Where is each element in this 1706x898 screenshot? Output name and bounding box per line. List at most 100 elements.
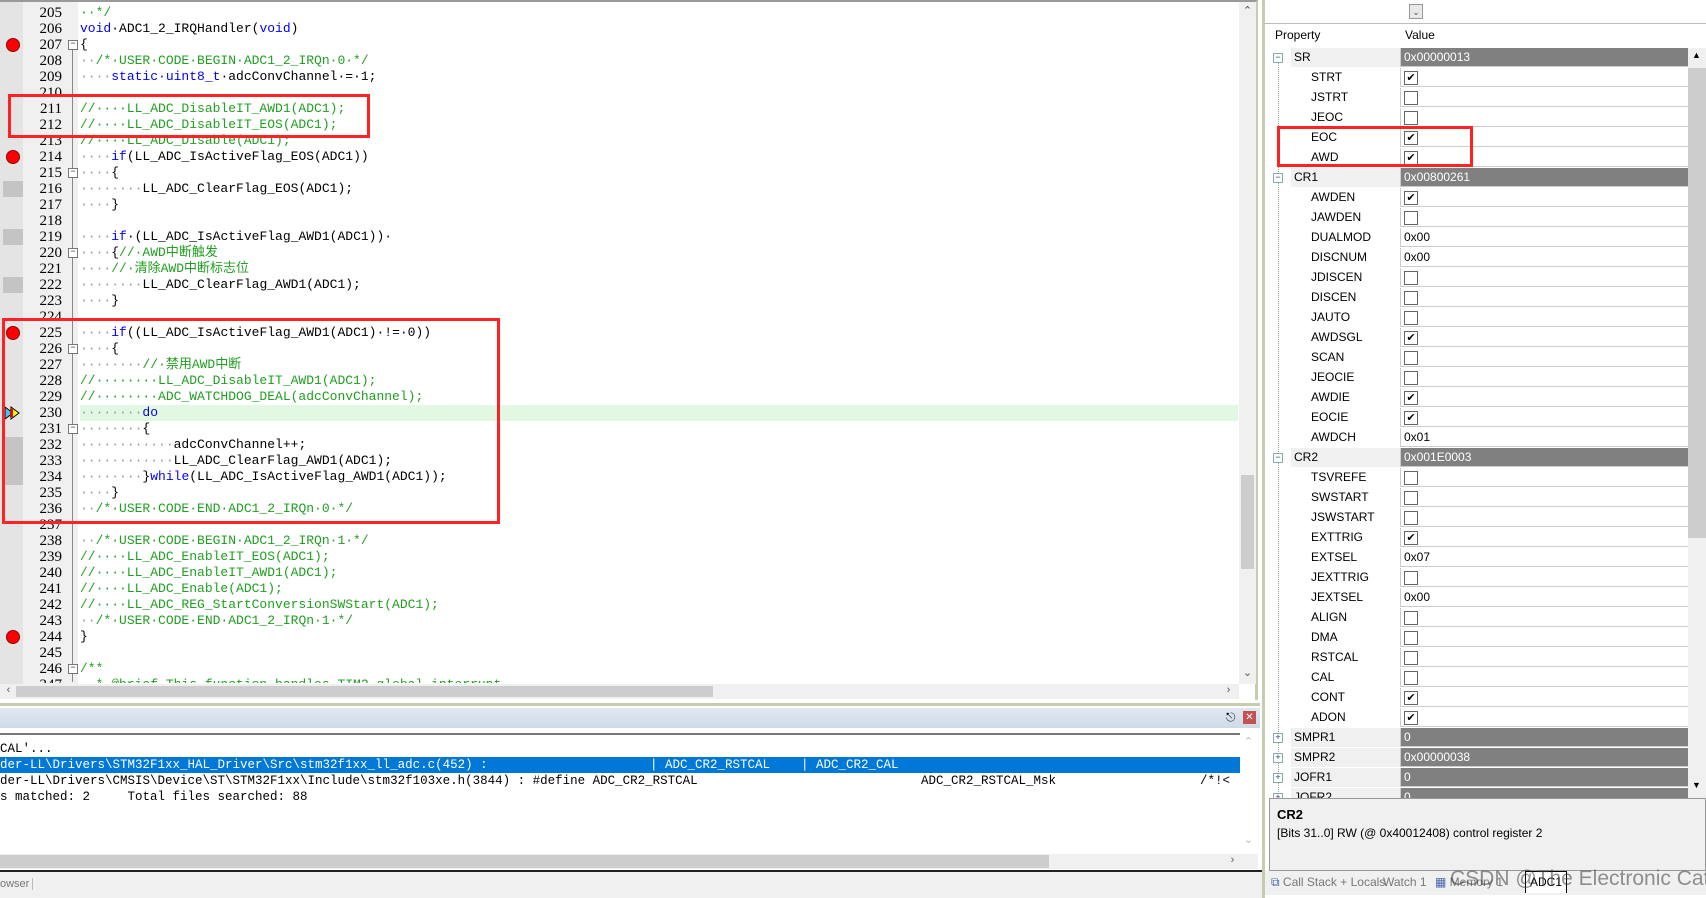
register-value[interactable]: 0x07 bbox=[1400, 548, 1688, 567]
register-row-sr[interactable]: − SR 0x00000013 bbox=[1269, 48, 1688, 68]
register-value[interactable]: 0 bbox=[1400, 768, 1688, 787]
code-line[interactable]: 235 ····} bbox=[0, 485, 1238, 501]
checkbox[interactable] bbox=[1404, 311, 1418, 325]
code-line[interactable]: 236 ··/*·USER·CODE·END·ADC1_2_IRQn·0·*/ bbox=[0, 501, 1238, 517]
register-value[interactable]: 0x00 bbox=[1400, 248, 1688, 267]
register-row-jeocie[interactable]: JEOCIE bbox=[1269, 368, 1688, 388]
property-header[interactable]: Property bbox=[1275, 28, 1320, 42]
code-line[interactable]: 246−/** bbox=[0, 661, 1238, 677]
checkbox[interactable]: ✔ bbox=[1404, 711, 1418, 725]
register-value[interactable]: ✔ bbox=[1400, 128, 1688, 147]
register-value[interactable] bbox=[1400, 368, 1688, 387]
code-line[interactable]: 233 ············LL_ADC_ClearFlag_AWD1(ADC… bbox=[0, 453, 1238, 469]
register-value[interactable] bbox=[1400, 108, 1688, 127]
register-value[interactable] bbox=[1400, 648, 1688, 667]
scroll-down-icon[interactable]: ▼ bbox=[1688, 780, 1705, 790]
register-row-jofr2[interactable]: + JOFR2 0 bbox=[1269, 788, 1688, 798]
register-value[interactable] bbox=[1400, 308, 1688, 327]
register-value[interactable] bbox=[1400, 348, 1688, 367]
register-value[interactable] bbox=[1400, 488, 1688, 507]
checkbox[interactable]: ✔ bbox=[1404, 411, 1418, 425]
register-row-jdiscen[interactable]: JDISCEN bbox=[1269, 268, 1688, 288]
register-row-awd[interactable]: AWD ✔ bbox=[1269, 148, 1688, 168]
register-row-discen[interactable]: DISCEN bbox=[1269, 288, 1688, 308]
checkbox[interactable] bbox=[1404, 511, 1418, 525]
code-line[interactable]: 226− ····{ bbox=[0, 341, 1238, 357]
checkbox[interactable]: ✔ bbox=[1404, 151, 1418, 165]
register-row-dualmod[interactable]: DUALMOD 0x00 bbox=[1269, 228, 1688, 248]
code-line[interactable]: 229 //········ADC_WATCHDOG_DEAL(adcConvCh… bbox=[0, 389, 1238, 405]
register-value[interactable]: ✔ bbox=[1400, 148, 1688, 167]
code-line[interactable]: 247 ··*·@brief·This·function·handles·TIM2… bbox=[0, 677, 1238, 683]
scroll-up-icon[interactable]: ⌃ bbox=[1239, 4, 1256, 17]
code-line[interactable]: 224 bbox=[0, 309, 1238, 325]
checkbox[interactable]: ✔ bbox=[1404, 71, 1418, 85]
register-value[interactable]: ✔ bbox=[1400, 688, 1688, 707]
fold-minus-icon[interactable]: − bbox=[68, 424, 78, 434]
register-value[interactable] bbox=[1400, 568, 1688, 587]
scroll-down-icon[interactable]: ⌄ bbox=[1240, 833, 1257, 846]
register-value[interactable]: 0x01 bbox=[1400, 428, 1688, 447]
code-line[interactable]: 205 ··*/ bbox=[0, 5, 1238, 21]
register-row-cal[interactable]: CAL bbox=[1269, 668, 1688, 688]
result-line[interactable]: der-LL\Drivers\STM32F1xx_HAL_Driver\Src\… bbox=[0, 757, 1240, 773]
code-line[interactable]: 242 //····LL_ADC_REG_StartConversionSWSta… bbox=[0, 597, 1238, 613]
chevron-down-icon[interactable]: ⌄ bbox=[1409, 4, 1423, 19]
register-row-smpr2[interactable]: + SMPR2 0x00000038 bbox=[1269, 748, 1688, 768]
code-line[interactable]: 234 ········}while(LL_ADC_IsActiveFlag_AW… bbox=[0, 469, 1238, 485]
code-line[interactable]: 210 bbox=[0, 85, 1238, 101]
register-row-smpr1[interactable]: + SMPR1 0 bbox=[1269, 728, 1688, 748]
scroll-right-icon[interactable]: › bbox=[1220, 684, 1237, 696]
checkbox[interactable] bbox=[1404, 611, 1418, 625]
checkbox[interactable] bbox=[1404, 371, 1418, 385]
register-row-cr2[interactable]: − CR2 0x001E0003 bbox=[1269, 448, 1688, 468]
code-line[interactable]: 244} bbox=[0, 629, 1238, 645]
register-row-cr1[interactable]: − CR1 0x00800261 bbox=[1269, 168, 1688, 188]
register-value[interactable]: 0 bbox=[1400, 788, 1688, 798]
register-value[interactable] bbox=[1400, 508, 1688, 527]
register-row-dma[interactable]: DMA bbox=[1269, 628, 1688, 648]
find-results[interactable]: CAL'... der-LL\Drivers\STM32F1xx_HAL_Driv… bbox=[0, 733, 1240, 853]
code-line[interactable]: 212 //····LL_ADC_DisableIT_EOS(ADC1); bbox=[0, 117, 1238, 133]
code-line[interactable]: 245 bbox=[0, 645, 1238, 661]
register-value[interactable] bbox=[1400, 608, 1688, 627]
code-line[interactable]: 221 ····//·清除AWD中断标志位 bbox=[0, 261, 1238, 277]
checkbox[interactable] bbox=[1404, 291, 1418, 305]
checkbox[interactable] bbox=[1404, 491, 1418, 505]
scroll-thumb[interactable] bbox=[1241, 475, 1254, 569]
register-row-jeoc[interactable]: JEOC bbox=[1269, 108, 1688, 128]
register-row-awden[interactable]: AWDEN ✔ bbox=[1269, 188, 1688, 208]
register-value[interactable]: 0x00 bbox=[1400, 588, 1688, 607]
register-row-eocie[interactable]: EOCIE ✔ bbox=[1269, 408, 1688, 428]
close-icon[interactable]: ✕ bbox=[1243, 711, 1256, 724]
checkbox[interactable] bbox=[1404, 651, 1418, 665]
register-value[interactable]: ✔ bbox=[1400, 188, 1688, 207]
register-row-adon[interactable]: ADON ✔ bbox=[1269, 708, 1688, 728]
register-value[interactable] bbox=[1400, 628, 1688, 647]
code-line[interactable]: 222 ········LL_ADC_ClearFlag_AWD1(ADC1); bbox=[0, 277, 1238, 293]
result-line[interactable]: s matched: 2 Total files searched: 88 bbox=[0, 789, 1240, 805]
register-row-strt[interactable]: STRT ✔ bbox=[1269, 68, 1688, 88]
checkbox[interactable] bbox=[1404, 271, 1418, 285]
expand-icon[interactable]: + bbox=[1273, 733, 1283, 743]
scroll-thumb[interactable] bbox=[0, 855, 1049, 868]
breakpoint-icon[interactable] bbox=[6, 38, 20, 52]
code-line[interactable]: 225 ····if((LL_ADC_IsActiveFlag_AWD1(ADC1… bbox=[0, 325, 1238, 341]
code-line[interactable]: 230 ········do bbox=[0, 405, 1238, 421]
code-line[interactable]: 238 ··/*·USER·CODE·BEGIN·ADC1_2_IRQn·1·*/ bbox=[0, 533, 1238, 549]
register-row-jawden[interactable]: JAWDEN bbox=[1269, 208, 1688, 228]
register-row-jofr1[interactable]: + JOFR1 0 bbox=[1269, 768, 1688, 788]
register-value[interactable]: 0x00800261 bbox=[1400, 168, 1688, 187]
tab-memory-1[interactable]: ▦ Memory 1 bbox=[1435, 875, 1503, 889]
checkbox[interactable] bbox=[1404, 571, 1418, 585]
register-row-awdch[interactable]: AWDCH 0x01 bbox=[1269, 428, 1688, 448]
scroll-thumb[interactable] bbox=[16, 686, 713, 697]
results-horizontal-scrollbar[interactable]: › bbox=[0, 854, 1258, 869]
register-tree[interactable]: − SR 0x00000013 STRT ✔ JSTRT JEOC EOC ✔ AWD ✔ − CR1 0… bbox=[1269, 48, 1688, 798]
breakpoint-icon[interactable] bbox=[6, 630, 20, 644]
register-value[interactable]: 0x00000013 bbox=[1400, 48, 1688, 67]
register-value[interactable] bbox=[1400, 208, 1688, 227]
register-value[interactable]: 0x001E0003 bbox=[1400, 448, 1688, 467]
code-editor[interactable]: 205 ··*/206 void·ADC1_2_IRQHandler(void) 20… bbox=[0, 0, 1258, 700]
tab-adc1[interactable]: ADC1 bbox=[1525, 871, 1568, 893]
